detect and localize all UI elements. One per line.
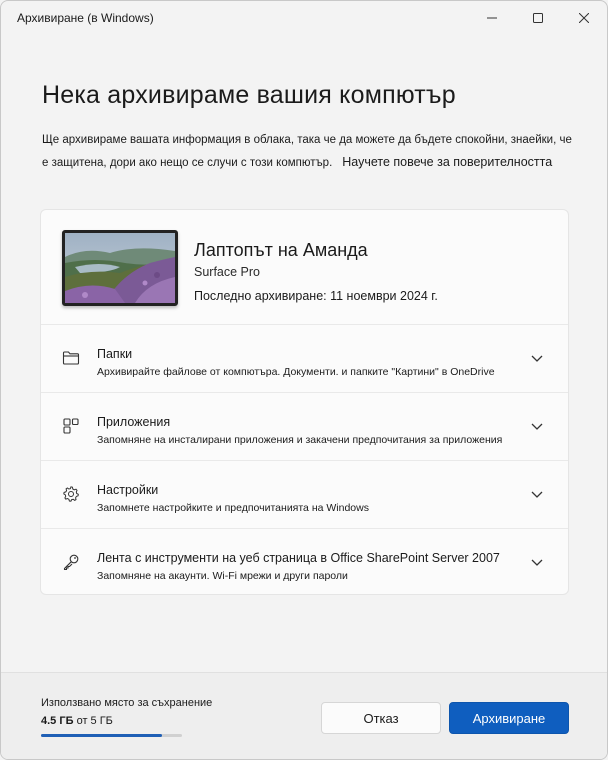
section-apps[interactable]: Приложения Запомняне на инсталирани прил… [41, 393, 568, 461]
section-folders[interactable]: Папки Архивирайте файлове от компютъра. … [41, 325, 568, 393]
backup-button[interactable]: Архивиране [449, 702, 569, 734]
device-header: Лаптопът на Аманда Surface Pro Последно … [41, 210, 568, 325]
chevron-down-icon[interactable] [530, 555, 544, 569]
storage-progress-bar [41, 734, 182, 737]
close-icon [579, 13, 589, 23]
minimize-icon [487, 17, 497, 19]
section-subtitle: Запомняне на акаунти. Wi-Fi мрежи и друг… [97, 570, 348, 582]
backup-card: Лаптопът на Аманда Surface Pro Последно … [40, 209, 569, 595]
storage-used: 4.5 ГБ [41, 715, 74, 727]
title-bar: Архивиране (в Windows) [1, 1, 607, 35]
section-title: Настройки [97, 483, 159, 497]
storage-label: Използвано място за съхранение [41, 697, 213, 709]
key-icon [63, 554, 79, 571]
section-subtitle: Запомнете настройките и предпочитанията … [97, 502, 369, 514]
section-credentials[interactable]: Лента с инструменти на уеб страница в Of… [41, 529, 568, 597]
folder-icon [62, 351, 80, 365]
device-model: Surface Pro [194, 265, 261, 279]
section-title: Лента с инструменти на уеб страница в Of… [97, 551, 500, 565]
section-subtitle: Запомняне на инсталирани приложения и за… [97, 434, 503, 446]
section-title: Приложения [97, 415, 171, 429]
storage-value: 4.5 ГБ от 5 ГБ [41, 715, 113, 727]
cancel-button[interactable]: Отказ [321, 702, 441, 734]
section-title: Папки [97, 347, 133, 361]
privacy-link[interactable]: Научете повече за поверителността [342, 155, 552, 169]
storage-total: от 5 ГБ [76, 715, 113, 727]
maximize-icon [533, 13, 543, 23]
last-backup-date: Последно архивиране: 11 ноември 2024 г. [194, 289, 438, 303]
gear-icon [63, 486, 79, 502]
chevron-down-icon[interactable] [530, 487, 544, 501]
device-name: Лаптопът на Аманда [194, 240, 368, 260]
footer: Използвано място за съхранение 4.5 ГБ от… [1, 672, 607, 759]
maximize-button[interactable] [515, 1, 561, 35]
section-subtitle: Архивирайте файлове от компютъра. Докуме… [97, 366, 495, 378]
section-settings[interactable]: Настройки Запомнете настройките и предпо… [41, 461, 568, 529]
page-description: Ще архивираме вашата информация в облака… [42, 129, 572, 174]
chevron-down-icon[interactable] [530, 351, 544, 365]
minimize-button[interactable] [469, 1, 515, 35]
chevron-down-icon[interactable] [530, 419, 544, 433]
window-title: Архивиране (в Windows) [17, 11, 154, 25]
page-title: Нека архивираме вашия компютър [42, 81, 456, 109]
device-image [62, 230, 178, 306]
backup-window: Архивиране (в Windows) Нека архивираме в… [0, 0, 608, 760]
apps-icon [63, 418, 79, 434]
storage-progress-fill [41, 734, 163, 737]
close-button[interactable] [561, 1, 607, 35]
